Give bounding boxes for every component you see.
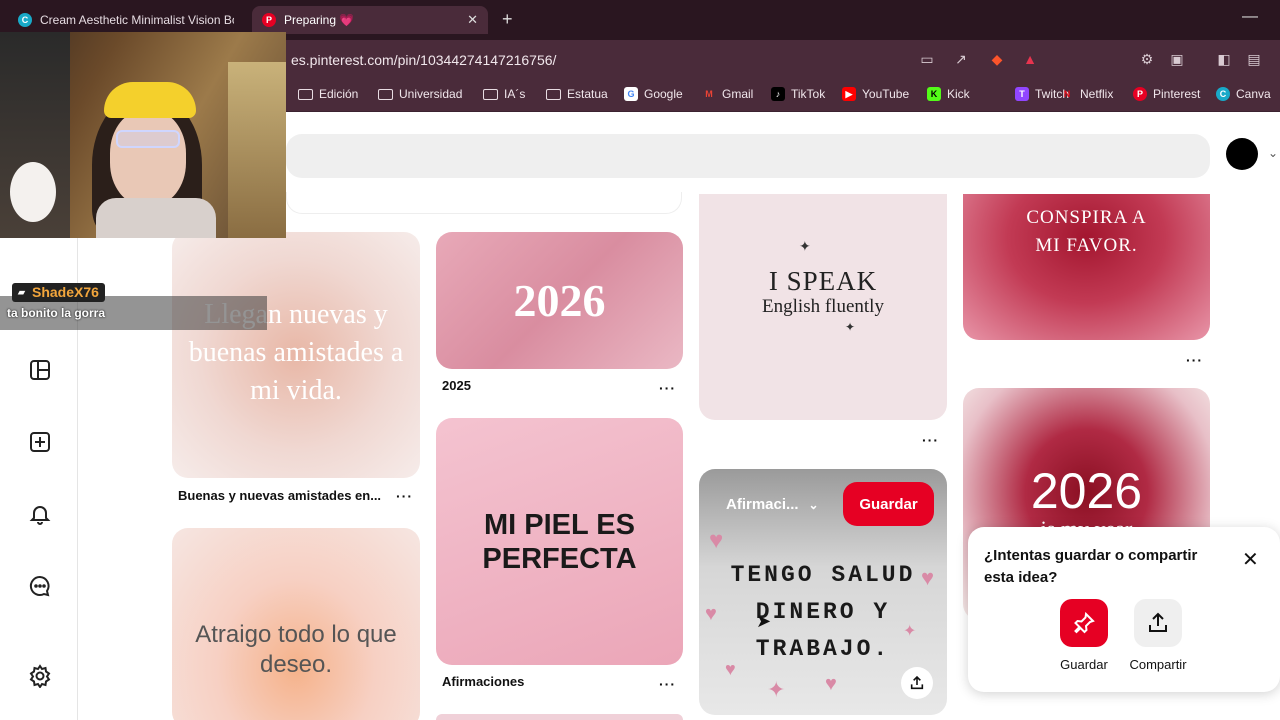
twitch-icon: T	[1015, 87, 1029, 101]
bookmark-edicion[interactable]: Edición	[298, 87, 358, 101]
popup-save-label: Guardar	[1060, 657, 1108, 672]
pin-speak[interactable]: ✦ I SPEAK English fluently ✦	[699, 194, 947, 420]
folder-icon	[546, 88, 561, 100]
yellow-hat	[104, 82, 196, 118]
pin-title[interactable]: Buenas y nuevas amistades en...	[178, 488, 381, 503]
webcam-overlay	[0, 32, 286, 238]
sparkle-icon: ✦	[799, 238, 811, 254]
pin-icon	[1074, 611, 1095, 634]
bookmark-estatua[interactable]: Estatua	[546, 87, 608, 101]
bookmark-tiktok[interactable]: ♪ TikTok	[771, 87, 825, 101]
tab-canva[interactable]: C Cream Aesthetic Minimalist Vision Bo	[8, 6, 244, 34]
close-tab-icon[interactable]: ✕	[467, 12, 478, 28]
url-text[interactable]: es.pinterest.com/pin/10344274147216756/	[291, 52, 556, 68]
more-options-icon[interactable]: ···	[396, 488, 413, 504]
glasses	[116, 130, 180, 148]
board-selector[interactable]: Afirmaci... ⌄	[726, 496, 819, 513]
save-button[interactable]: Guardar	[843, 482, 934, 526]
pin-atraigo[interactable]: Atraigo todo lo que deseo.	[172, 528, 420, 720]
popup-share-button[interactable]	[1134, 599, 1182, 647]
messages-icon[interactable]	[28, 574, 52, 598]
tab-title: Cream Aesthetic Minimalist Vision Bo	[40, 13, 234, 27]
share-icon[interactable]: ↗	[952, 51, 970, 69]
close-icon[interactable]: ✕	[1242, 547, 1259, 572]
pin-title[interactable]: Afirmaciones	[442, 674, 524, 689]
upload-icon	[1149, 612, 1167, 632]
chevron-down-icon: ⌄	[808, 497, 819, 512]
chat-username: ▰ ShadeX76	[12, 283, 105, 302]
folder-icon	[298, 88, 313, 100]
bookmark-gmail[interactable]: M Gmail	[702, 87, 753, 101]
popup-question: ¿Intentas guardar o compartir esta idea?	[984, 547, 1198, 586]
pin-conspira[interactable]: CONSPIRA A MI FAVOR.	[963, 194, 1210, 340]
canva-icon: C	[18, 13, 32, 27]
bookmark-youtube[interactable]: ▶ YouTube	[842, 87, 909, 101]
netflix-icon: N	[1063, 89, 1071, 99]
settings-gear-icon[interactable]	[28, 664, 52, 689]
folder-icon	[483, 88, 498, 100]
sidebar-toggle-icon[interactable]: ◧	[1215, 51, 1233, 69]
left-sidebar	[0, 194, 78, 720]
pin-2026[interactable]: 2026	[436, 232, 683, 369]
bookmark-google[interactable]: G Google	[624, 87, 683, 101]
face	[110, 110, 186, 206]
upload-icon	[910, 675, 924, 690]
kick-icon: K	[927, 87, 941, 101]
background-shelf	[228, 62, 286, 238]
more-options-icon[interactable]: ···	[659, 676, 676, 692]
pin-amistades[interactable]: Llegan nuevas y buenas amistades a mi vi…	[172, 232, 420, 478]
pinterest-icon: P	[262, 13, 276, 27]
pin-card-partial	[436, 714, 683, 720]
shirt	[96, 198, 216, 238]
tab-pinterest[interactable]: P Preparing 💗 ✕	[252, 6, 488, 34]
bookmark-netflix[interactable]: N Netflix	[1060, 87, 1114, 101]
chat-message: ta bonito la gorra	[7, 306, 106, 320]
bookmark-kick[interactable]: K Kick	[927, 87, 970, 101]
bookmark-canva[interactable]: C Canva	[1216, 87, 1271, 101]
brave-shield-icon[interactable]: ◆	[988, 51, 1006, 69]
heart-icon: ♥	[825, 673, 837, 695]
pin-title[interactable]: 2025	[442, 378, 471, 393]
new-tab-icon[interactable]: +	[502, 9, 513, 30]
pin-piel[interactable]: MI PIEL ES PERFECTA	[436, 418, 683, 665]
plush-toy	[10, 162, 56, 222]
google-icon: G	[624, 87, 638, 101]
canva-icon: C	[1216, 87, 1230, 101]
chevron-down-icon[interactable]: ⌄	[1268, 146, 1278, 160]
brave-rewards-icon[interactable]: ▲	[1021, 51, 1039, 69]
avatar[interactable]	[1226, 138, 1258, 170]
bookmark-ias[interactable]: IA´s	[483, 87, 525, 101]
popup-share-label: Compartir	[1129, 657, 1187, 672]
bookmark-universidad[interactable]: Universidad	[378, 87, 462, 101]
share-button[interactable]	[901, 667, 933, 699]
chat-badge-icon: ▰	[18, 287, 25, 297]
heart-icon: ♥	[709, 527, 724, 554]
folder-icon	[378, 88, 393, 100]
extensions-icon[interactable]: ⚙	[1138, 51, 1156, 69]
sparkle-icon: ✦	[845, 320, 856, 334]
pin-salud[interactable]: ♥ ♥ ♥ ♥ ♥ ✦ ✦ TENGO SALUD DINERO Y TRABA…	[699, 469, 947, 715]
mouse-cursor-icon: ➤	[756, 611, 772, 631]
search-input[interactable]	[286, 134, 1210, 178]
popup-save-button[interactable]	[1060, 599, 1108, 647]
minimize-icon[interactable]: —	[1242, 8, 1258, 26]
boards-icon[interactable]	[28, 358, 52, 382]
install-app-icon[interactable]: ▭	[918, 51, 936, 69]
gmail-icon: M	[705, 89, 713, 99]
bookmark-pinterest[interactable]: P Pinterest	[1133, 87, 1200, 101]
youtube-icon: ▶	[842, 87, 856, 101]
create-icon[interactable]	[28, 430, 52, 454]
pin-card-partial	[286, 192, 682, 214]
more-options-icon[interactable]: ···	[1186, 352, 1203, 368]
sparkle-icon: ✦	[767, 677, 786, 702]
more-options-icon[interactable]: ···	[659, 380, 676, 396]
leo-icon[interactable]: ▣	[1168, 51, 1186, 69]
wallet-icon[interactable]: ▤	[1245, 51, 1263, 69]
pinterest-icon: P	[1133, 87, 1147, 101]
notifications-bell-icon[interactable]	[28, 502, 52, 526]
tiktok-icon: ♪	[771, 87, 785, 101]
tab-title: Preparing 💗	[284, 13, 355, 27]
more-options-icon[interactable]: ···	[922, 432, 939, 448]
save-share-popup: ¿Intentas guardar o compartir esta idea?…	[968, 527, 1280, 692]
